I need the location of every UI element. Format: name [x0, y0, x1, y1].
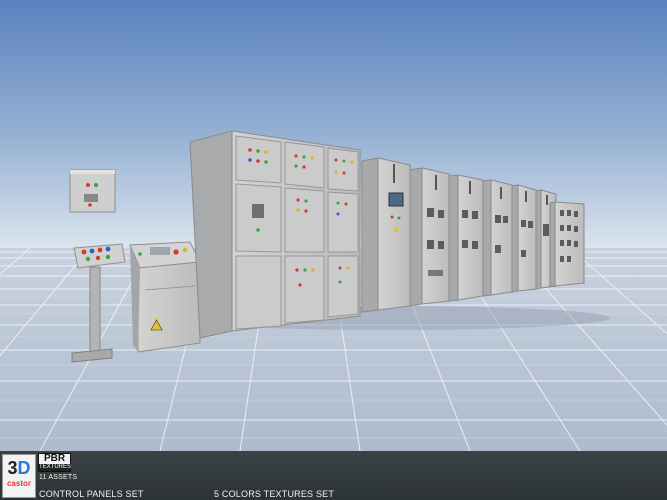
- console-desk: [129, 241, 201, 353]
- pbr-badge-title: PBR: [43, 453, 66, 464]
- assets-count: 11 ASSETS: [39, 474, 78, 481]
- set-title: CONTROL PANELS SET: [39, 489, 144, 499]
- pbr-badge: PBR TEXTURES: [38, 453, 71, 472]
- wall-control-box: [69, 169, 116, 213]
- logo-digit: 3: [7, 458, 18, 478]
- textures-note: 5 COLORS TEXTURES SET: [214, 489, 335, 499]
- logo-wordmark: castor: [6, 479, 31, 488]
- brand-logo: 3D castor: [2, 454, 36, 498]
- render-scene: [0, 0, 667, 500]
- logo-letter: D: [17, 458, 31, 478]
- pbr-badge-subtitle: TEXTURES: [39, 464, 72, 471]
- main-control-cabinet: [189, 130, 361, 339]
